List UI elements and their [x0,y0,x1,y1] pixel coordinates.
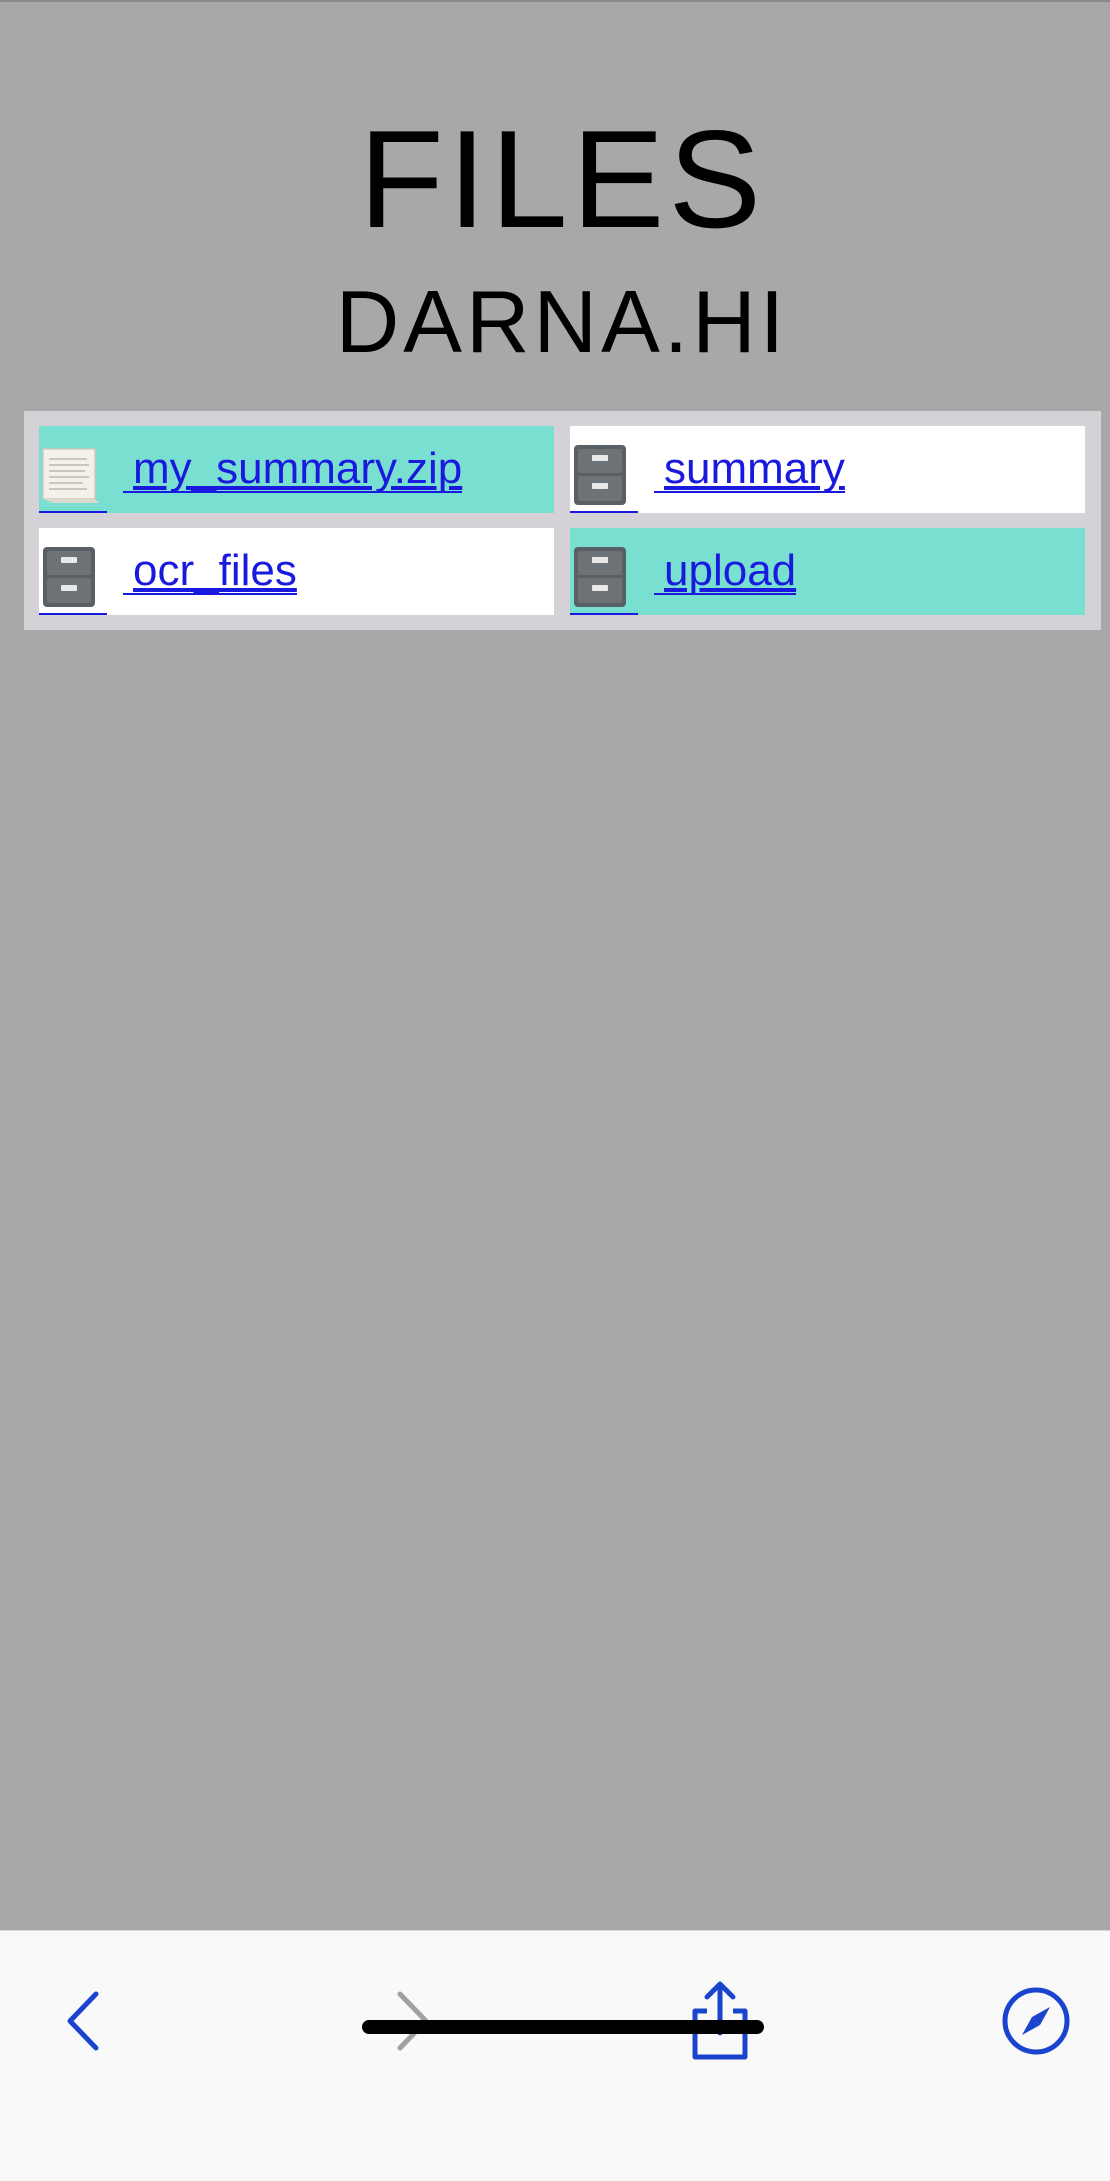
safari-button[interactable] [988,1973,1084,2069]
back-button[interactable] [38,1973,134,2069]
home-indicator [362,2020,764,2034]
compass-icon [1002,1987,1070,2055]
file-link-my-summary-zip[interactable]: my_summary.zip [39,426,463,513]
file-list-table: my_summary.zip summary ocr_files upload [24,411,1101,630]
top-edge [0,0,1110,10]
file-cabinet-icon [570,528,638,615]
folder-name: ocr_files [123,548,297,595]
page-subtitle: DARNA.HI [335,272,789,371]
folder-name: upload [654,548,797,595]
folder-link-ocr-files[interactable]: ocr_files [39,528,297,615]
file-cell-ocr-files: ocr_files [39,528,554,615]
browser-toolbar [0,1930,1110,2181]
folder-link-summary[interactable]: summary [570,426,845,513]
page-title: FILES [358,102,766,257]
file-cell-summary: summary [570,426,1085,513]
file-cell-my-summary-zip: my_summary.zip [39,426,554,513]
folder-name: summary [654,446,845,493]
chevron-left-icon [67,1991,99,2051]
file-cabinet-icon [570,426,638,513]
document-icon [39,426,107,513]
folder-link-upload[interactable]: upload [570,528,797,615]
file-cabinet-icon [39,528,107,615]
file-name: my_summary.zip [123,446,463,493]
file-cell-upload: upload [570,528,1085,615]
